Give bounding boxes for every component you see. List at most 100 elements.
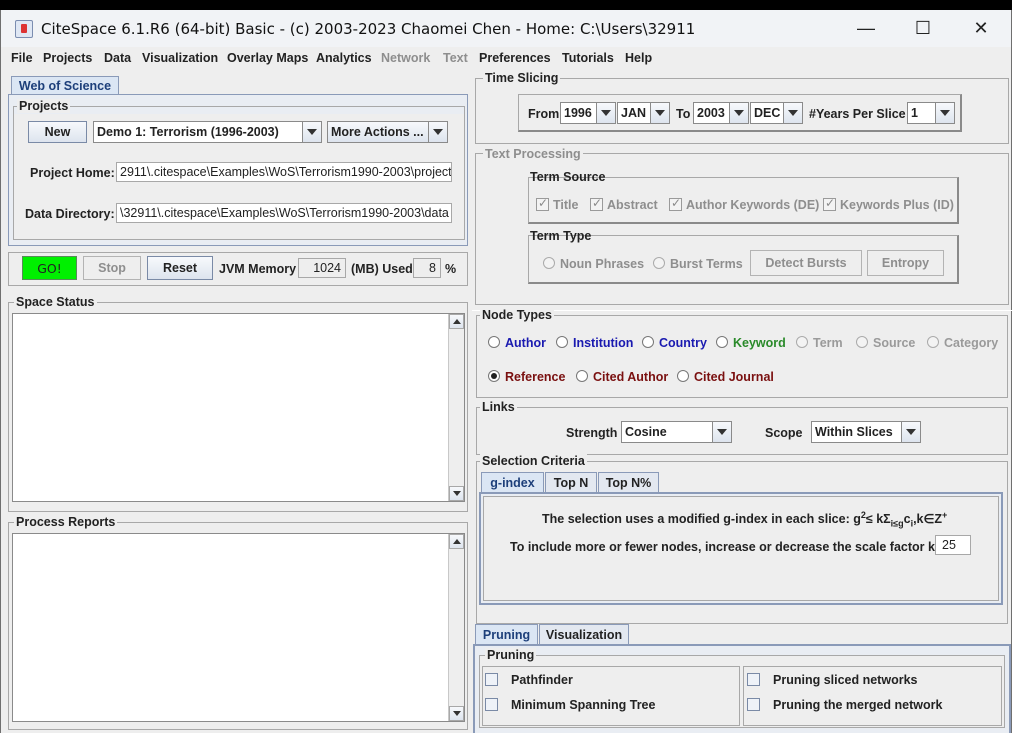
- scroll-down-icon[interactable]: [449, 486, 464, 501]
- formula-plus: +: [942, 510, 948, 520]
- keyword-label[interactable]: Keyword: [733, 336, 786, 350]
- scope-select[interactable]: Within Slices: [811, 421, 921, 443]
- go-button[interactable]: GO!: [22, 256, 77, 280]
- project-home-label: Project Home:: [30, 166, 115, 180]
- cited-author-radio[interactable]: [576, 370, 588, 382]
- process-reports-scrollbar[interactable]: [448, 534, 464, 721]
- tab-g-index[interactable]: g-index: [481, 472, 544, 492]
- space-status-text-area[interactable]: [12, 313, 465, 502]
- jvm-memory-label: JVM Memory: [219, 262, 297, 276]
- scale-factor-k-input[interactable]: 25: [935, 535, 971, 555]
- strength-label: Strength: [566, 426, 618, 440]
- category-radio: [927, 336, 939, 348]
- to-year-select[interactable]: 2003: [693, 102, 749, 124]
- scroll-up-icon[interactable]: [449, 534, 464, 549]
- author-keywords-checkbox: [669, 196, 682, 211]
- scroll-up-icon[interactable]: [449, 314, 464, 329]
- tab-top-n-percent[interactable]: Top N%: [598, 472, 659, 492]
- pruning-merged-label[interactable]: Pruning the merged network: [773, 698, 942, 712]
- data-directory-label: Data Directory:: [25, 207, 115, 221]
- maximize-button[interactable]: ☐: [894, 10, 952, 47]
- from-year-select[interactable]: 1996: [560, 102, 616, 124]
- menu-projects[interactable]: Projects: [43, 51, 92, 65]
- more-actions-label: More Actions ...: [331, 125, 424, 139]
- cited-author-label[interactable]: Cited Author: [593, 370, 668, 384]
- scale-factor-label: To include more or fewer nodes, increase…: [510, 540, 946, 554]
- process-reports-title: Process Reports: [14, 515, 118, 529]
- mst-label[interactable]: Minimum Spanning Tree: [511, 698, 655, 712]
- tab-pruning[interactable]: Pruning: [475, 624, 538, 644]
- reference-label[interactable]: Reference: [505, 370, 565, 384]
- menu-analytics[interactable]: Analytics: [316, 51, 372, 65]
- space-status-title: Space Status: [14, 295, 97, 309]
- to-month-select[interactable]: DEC: [750, 102, 803, 124]
- category-label: Category: [944, 336, 999, 350]
- country-label[interactable]: Country: [659, 336, 707, 350]
- menu-overlay-maps[interactable]: Overlay Maps: [227, 51, 308, 65]
- reference-radio[interactable]: [488, 370, 500, 382]
- institution-radio[interactable]: [556, 336, 568, 348]
- chevron-down-icon: [428, 122, 447, 142]
- node-types-group: [476, 315, 1008, 398]
- keywords-plus-checkbox: [823, 196, 836, 211]
- menu-visualization[interactable]: Visualization: [142, 51, 218, 65]
- author-radio[interactable]: [488, 336, 500, 348]
- menu-tutorials[interactable]: Tutorials: [562, 51, 614, 65]
- pruning-merged-checkbox[interactable]: [747, 698, 760, 711]
- title-bar[interactable]: CiteSpace 6.1.R6 (64-bit) Basic - (c) 20…: [1, 10, 1011, 47]
- pathfinder-label[interactable]: Pathfinder: [511, 673, 573, 687]
- from-year-value: 1996: [564, 106, 592, 120]
- author-label[interactable]: Author: [505, 336, 546, 350]
- burst-terms-radio: [653, 257, 665, 269]
- mst-checkbox[interactable]: [485, 698, 498, 711]
- memory-used-label: (MB) Used: [351, 262, 413, 276]
- title-checkbox: [536, 196, 549, 211]
- chevron-down-icon: [596, 103, 615, 123]
- tab-web-of-science[interactable]: Web of Science: [11, 76, 119, 94]
- institution-label[interactable]: Institution: [573, 336, 633, 350]
- pruning-sliced-checkbox[interactable]: [747, 673, 760, 686]
- minimize-button[interactable]: —: [837, 10, 895, 47]
- term-radio: [796, 336, 808, 348]
- space-status-scrollbar[interactable]: [448, 314, 464, 501]
- links-group: [476, 407, 1008, 455]
- tab-pruning-label: Pruning: [482, 627, 531, 642]
- scroll-down-icon[interactable]: [449, 706, 464, 721]
- project-home-field[interactable]: 2911\.citespace\Examples\WoS\Terrorism19…: [116, 162, 452, 182]
- cited-journal-radio[interactable]: [677, 370, 689, 382]
- tab-visualization[interactable]: Visualization: [539, 624, 629, 644]
- jvm-memory-value: 1024: [298, 258, 346, 278]
- memory-used-value: 8: [413, 258, 441, 278]
- time-slicing-title: Time Slicing: [483, 71, 561, 85]
- country-radio[interactable]: [642, 336, 654, 348]
- menu-help[interactable]: Help: [625, 51, 652, 65]
- menu-bar: File Projects Data Visualization Overlay…: [1, 47, 1011, 70]
- reset-button[interactable]: Reset: [147, 256, 213, 280]
- tab-top-n[interactable]: Top N: [545, 472, 597, 492]
- new-project-button[interactable]: New: [28, 121, 87, 143]
- detect-bursts-button: Detect Bursts: [750, 250, 862, 276]
- menu-preferences[interactable]: Preferences: [479, 51, 551, 65]
- more-actions-select[interactable]: More Actions ...: [327, 121, 448, 143]
- data-directory-field[interactable]: \32911\.citespace\Examples\WoS\Terrorism…: [116, 203, 452, 223]
- cited-journal-label[interactable]: Cited Journal: [694, 370, 774, 384]
- years-per-slice-select[interactable]: 1: [907, 102, 955, 124]
- project-select[interactable]: Demo 1: Terrorism (1996-2003): [93, 121, 322, 143]
- process-reports-text-area[interactable]: [12, 533, 465, 722]
- term-source-title: Term Source: [530, 170, 606, 184]
- percent-label: %: [445, 262, 457, 276]
- menu-data[interactable]: Data: [104, 51, 131, 65]
- chevron-down-icon: [901, 422, 920, 442]
- abstract-checkbox: [590, 196, 603, 211]
- menu-file[interactable]: File: [11, 51, 33, 65]
- pruning-sliced-label[interactable]: Pruning sliced networks: [773, 673, 917, 687]
- author-keywords-label: Author Keywords (DE): [686, 198, 820, 212]
- from-label: From: [528, 107, 560, 121]
- from-month-select[interactable]: JAN: [617, 102, 670, 124]
- pathfinder-checkbox[interactable]: [485, 673, 498, 686]
- close-button[interactable]: ✕: [952, 10, 1010, 47]
- strength-select[interactable]: Cosine: [621, 421, 732, 443]
- keyword-radio[interactable]: [716, 336, 728, 348]
- formula-tail: ,k∈Z: [913, 512, 943, 527]
- pruning-title: Pruning: [485, 648, 537, 662]
